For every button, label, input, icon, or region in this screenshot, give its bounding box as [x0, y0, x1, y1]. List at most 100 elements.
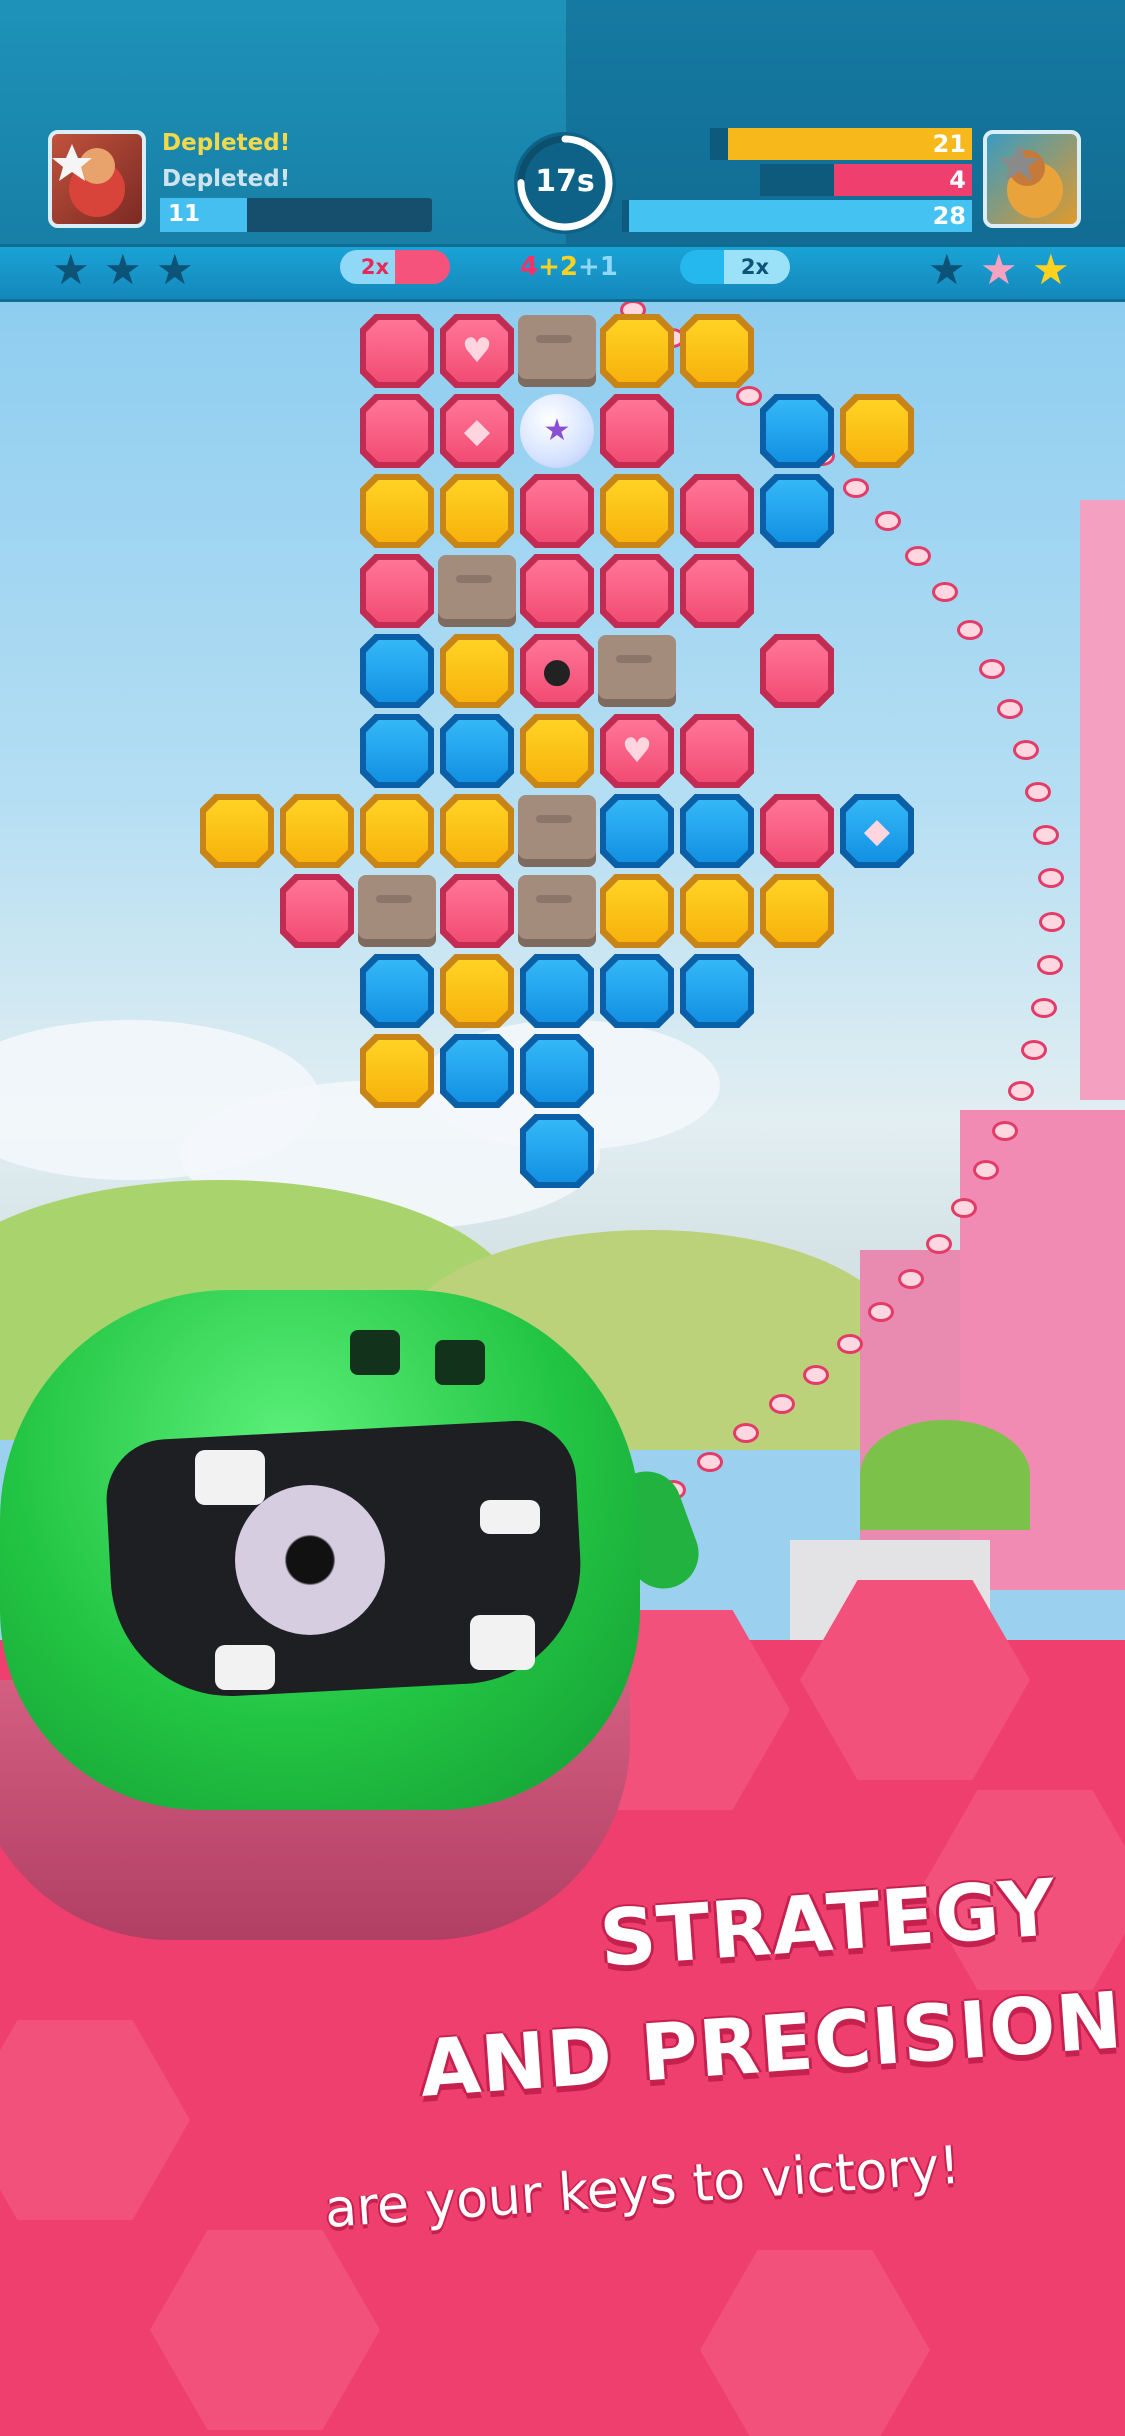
gem-face [446, 880, 508, 942]
gem-face [286, 800, 348, 862]
heart-icon: ♥ [621, 731, 653, 771]
gem-face [286, 880, 348, 942]
gem-face [366, 560, 428, 622]
pink-gem[interactable] [760, 794, 834, 868]
gem-face [766, 480, 828, 542]
gem-face [686, 480, 748, 542]
gem-face [366, 1040, 428, 1102]
timer-value: 17s [535, 164, 595, 199]
pink-gem[interactable] [360, 554, 434, 628]
gem-face [526, 720, 588, 782]
gem-face [366, 800, 428, 862]
gem-face [366, 480, 428, 542]
feather-gem[interactable]: ◆ [440, 394, 514, 468]
star-bubble[interactable]: ★ [520, 394, 594, 468]
yellow-gem[interactable] [680, 874, 754, 948]
pink-gem[interactable] [600, 394, 674, 468]
rock-block[interactable] [358, 875, 436, 947]
blue-gem[interactable] [600, 794, 674, 868]
pink-gem[interactable] [440, 874, 514, 948]
pink-gem[interactable] [600, 554, 674, 628]
yellow-gem[interactable] [600, 314, 674, 388]
yellow-gem[interactable] [600, 474, 674, 548]
yellow-gem[interactable] [440, 474, 514, 548]
player-avatar[interactable] [48, 130, 146, 228]
yellow-gem[interactable] [360, 474, 434, 548]
blue-gem[interactable] [360, 954, 434, 1028]
player-avatar-art [52, 144, 125, 217]
opponent-value-1: 21 [932, 130, 966, 158]
player-health-value: 11 [168, 201, 201, 227]
blue-gem[interactable] [520, 954, 594, 1028]
gem-face [366, 720, 428, 782]
gem-face [366, 960, 428, 1022]
gem-face [446, 800, 508, 862]
bomb-icon: ● [542, 651, 572, 691]
star-icon: ★ [543, 413, 571, 448]
pink-gem[interactable] [760, 634, 834, 708]
gem-face [766, 880, 828, 942]
yellow-gem[interactable] [760, 874, 834, 948]
pink-gem[interactable] [680, 714, 754, 788]
yellow-gem[interactable] [440, 634, 514, 708]
yellow-gem[interactable] [600, 874, 674, 948]
yellow-gem[interactable] [440, 794, 514, 868]
blue-gem[interactable] [440, 1034, 514, 1108]
pink-gem[interactable] [680, 554, 754, 628]
player-health-bar: 11 [160, 198, 432, 232]
blue-gem[interactable] [680, 954, 754, 1028]
pink-gem[interactable] [520, 474, 594, 548]
yellow-gem[interactable] [440, 954, 514, 1028]
gem-face [766, 400, 828, 462]
yellow-gem[interactable] [280, 794, 354, 868]
pink-gem[interactable] [360, 314, 434, 388]
blue-gem[interactable] [440, 714, 514, 788]
opponent-avatar[interactable] [983, 130, 1081, 228]
pink-gem[interactable] [680, 474, 754, 548]
pink-gem[interactable] [280, 874, 354, 948]
opponent-star-icon: ★ [928, 245, 966, 294]
yellow-gem[interactable] [200, 794, 274, 868]
blue-gem[interactable] [520, 1034, 594, 1108]
trajectory-dot [733, 1423, 759, 1443]
gem-face [446, 720, 508, 782]
player-star-icon: ★ [104, 245, 142, 294]
blue-gem[interactable] [760, 474, 834, 548]
monster-tooth [215, 1645, 275, 1690]
yellow-gem[interactable] [360, 794, 434, 868]
bomb-gem[interactable]: ● [520, 634, 594, 708]
feather-gem[interactable]: ◆ [840, 794, 914, 868]
yellow-gem[interactable] [680, 314, 754, 388]
rock-block[interactable] [438, 555, 516, 627]
yellow-gem[interactable] [840, 394, 914, 468]
rock-block[interactable] [518, 315, 596, 387]
gem-face [686, 800, 748, 862]
blue-gem[interactable] [760, 394, 834, 468]
blue-gem[interactable] [520, 1114, 594, 1188]
gem-face [846, 400, 908, 462]
heart-gem[interactable]: ♥ [600, 714, 674, 788]
rock-block[interactable] [518, 875, 596, 947]
blue-gem[interactable] [360, 634, 434, 708]
gem-face [526, 960, 588, 1022]
green-monster[interactable] [0, 1290, 709, 1890]
rock-block[interactable] [598, 635, 676, 707]
opponent-bar-1: 21 [710, 128, 972, 160]
opponent-avatar-art [999, 144, 1063, 218]
gem-face [686, 320, 748, 382]
pink-gem[interactable] [360, 394, 434, 468]
heart-gem[interactable]: ♥ [440, 314, 514, 388]
gem-face [366, 400, 428, 462]
blue-gem[interactable] [360, 714, 434, 788]
combo-a: 4 [520, 252, 539, 282]
gem-face [606, 800, 668, 862]
pink-gem[interactable] [520, 554, 594, 628]
yellow-gem[interactable] [520, 714, 594, 788]
blue-gem[interactable] [680, 794, 754, 868]
trajectory-dot [898, 1269, 924, 1289]
rock-block[interactable] [518, 795, 596, 867]
gem-face [606, 560, 668, 622]
combo-b: 2 [559, 252, 578, 282]
yellow-gem[interactable] [360, 1034, 434, 1108]
blue-gem[interactable] [600, 954, 674, 1028]
